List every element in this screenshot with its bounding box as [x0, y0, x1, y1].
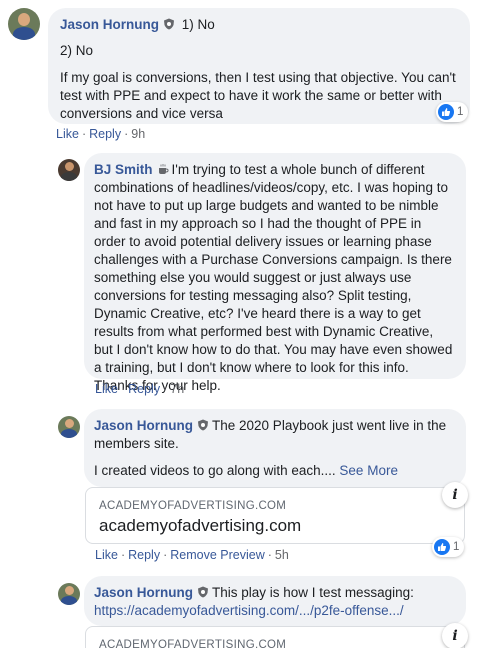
like-link[interactable]: Like — [95, 382, 118, 396]
preview-domain: ACADEMYOFADVERTISING.COM — [99, 500, 287, 512]
comment-text: This play is how I test messaging: — [212, 585, 414, 600]
avatar[interactable] — [8, 8, 40, 40]
timestamp[interactable]: 5h — [275, 548, 289, 562]
timestamp[interactable]: 9h — [131, 127, 145, 141]
preview-title: academyofadvertising.com — [99, 516, 302, 535]
comment-bubble: Jason Hornung This play is how I test mes… — [84, 576, 466, 626]
comment-text-line: 2) No — [60, 43, 94, 58]
thumbs-up-icon — [438, 104, 454, 120]
reaction-count[interactable]: 1 — [436, 102, 469, 122]
comment-author[interactable]: Jason Hornung — [60, 17, 159, 32]
shield-badge-icon — [198, 586, 209, 598]
comment-link[interactable]: https://academyofadvertising.com/.../p2f… — [94, 602, 454, 620]
avatar[interactable] — [58, 416, 80, 438]
coffee-cup-icon — [158, 164, 169, 174]
avatar[interactable] — [58, 159, 80, 181]
info-icon[interactable]: i — [442, 623, 468, 648]
remove-preview-link[interactable]: Remove Preview — [170, 548, 264, 562]
comment-text: I'm trying to test a whole bunch of diff… — [94, 162, 453, 393]
comment-text-line: 1) No — [181, 17, 215, 32]
comment-bubble: BJ Smith I'm trying to test a whole bunch… — [84, 153, 466, 393]
preview-domain: ACADEMYOFADVERTISING.COM — [99, 639, 287, 648]
link-preview-card[interactable]: ACADEMYOFADVERTISING.COM — [85, 626, 465, 648]
reply-link[interactable]: Reply — [128, 382, 160, 396]
comment-actions: Like · Reply · 7h — [95, 382, 185, 396]
comment-bubble: Jason Hornung 1) No 2) No If my goal is … — [48, 8, 470, 124]
reaction-count[interactable]: 1 — [432, 537, 465, 557]
comment-text: I created videos to go along with each..… — [94, 463, 336, 478]
shield-badge-icon — [198, 419, 209, 431]
comment-header: Jason Hornung 1) No — [60, 16, 458, 34]
comment-bubble: Jason Hornung The 2020 Playbook just went… — [84, 409, 466, 487]
reaction-number: 1 — [453, 541, 460, 553]
avatar[interactable] — [58, 583, 80, 605]
reply-link[interactable]: Reply — [128, 548, 160, 562]
comment-author[interactable]: BJ Smith — [94, 162, 153, 177]
timestamp[interactable]: 7h — [170, 382, 184, 396]
like-link[interactable]: Like — [56, 127, 79, 141]
reaction-number: 1 — [457, 106, 464, 118]
comment-actions: Like · Reply · Remove Preview · 5h — [95, 548, 289, 562]
comment-author[interactable]: Jason Hornung — [94, 585, 193, 600]
comment-actions: Like · Reply · 9h — [56, 127, 146, 141]
see-more-link[interactable]: See More — [339, 463, 398, 478]
thumbs-up-icon — [434, 539, 450, 555]
comment-author[interactable]: Jason Hornung — [94, 418, 193, 433]
shield-badge-icon — [164, 18, 175, 30]
info-icon[interactable]: i — [442, 482, 468, 508]
like-link[interactable]: Like — [95, 548, 118, 562]
reply-link[interactable]: Reply — [89, 127, 121, 141]
link-preview-card[interactable]: ACADEMYOFADVERTISING.COM academyofadvert… — [85, 487, 465, 544]
comment-text: If my goal is conversions, then I test u… — [60, 70, 456, 121]
